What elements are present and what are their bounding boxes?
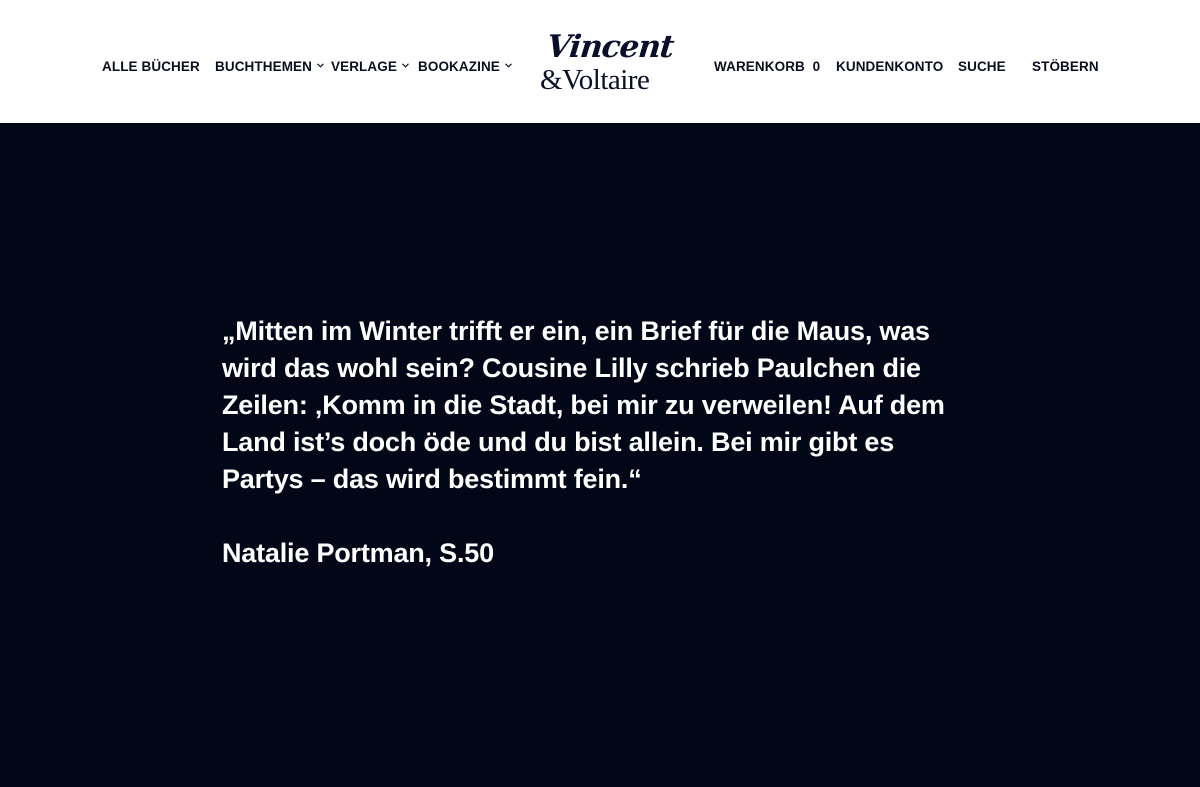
site-logo[interactable]: Vincent &Voltaire — [538, 29, 675, 100]
nav-label: WARENKORB — [714, 59, 805, 74]
chevron-down-icon — [317, 63, 324, 68]
chevron-down-icon — [402, 63, 409, 68]
quote-section: „Mitten im Winter trifft er ein, ein Bri… — [0, 123, 1200, 787]
quote-attribution: Natalie Portman, S.50 — [222, 538, 494, 568]
nav-label: ALLE BÜCHER — [102, 59, 200, 74]
nav-item-kundenkonto[interactable]: KUNDENKONTO — [836, 59, 943, 75]
logo-line-1: Vincent — [545, 29, 676, 65]
chevron-down-icon — [505, 63, 512, 68]
nav-item-verlage[interactable]: VERLAGE — [331, 59, 409, 75]
cart-count: 0 — [812, 59, 821, 74]
nav-label: SUCHE — [958, 59, 1006, 74]
nav-item-suche[interactable]: SUCHE — [958, 59, 1006, 75]
nav-item-warenkorb[interactable]: WARENKORB 0 — [714, 59, 820, 75]
nav-item-alle-buecher[interactable]: ALLE BÜCHER — [102, 59, 200, 75]
nav-item-bookazine[interactable]: BOOKAZINE — [418, 59, 512, 75]
nav-label: BOOKAZINE — [418, 59, 500, 74]
nav-item-stoebern[interactable]: STÖBERN — [1032, 59, 1099, 75]
nav-label: VERLAGE — [331, 59, 397, 74]
quote-text: „Mitten im Winter trifft er ein, ein Bri… — [222, 316, 945, 494]
site-header: ALLE BÜCHER BUCHTHEMEN VERLAGE BOOKAZINE… — [0, 0, 1200, 123]
nav-item-buchthemen[interactable]: BUCHTHEMEN — [215, 59, 324, 75]
logo-line-2: &Voltaire — [540, 64, 650, 96]
nav-label: BUCHTHEMEN — [215, 59, 312, 74]
page: ALLE BÜCHER BUCHTHEMEN VERLAGE BOOKAZINE… — [0, 0, 1200, 787]
nav-label: STÖBERN — [1032, 59, 1099, 74]
nav-label: KUNDENKONTO — [836, 59, 944, 74]
